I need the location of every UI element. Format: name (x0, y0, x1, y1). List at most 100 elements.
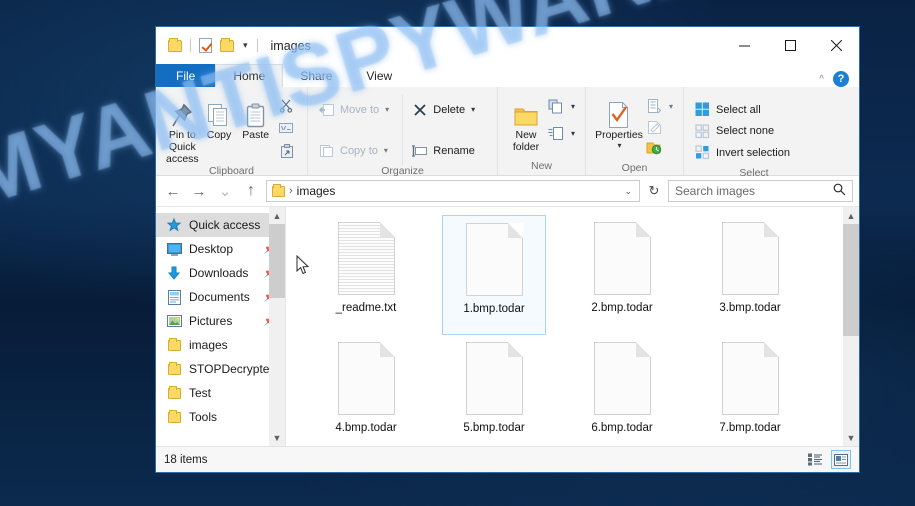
sidebar-item-downloads[interactable]: Downloads 📌 (156, 261, 285, 285)
easy-access-button[interactable]: ▾ (548, 123, 575, 144)
scroll-up-icon[interactable]: ▲ (269, 207, 285, 224)
sidebar-item-test[interactable]: Test (156, 381, 285, 405)
copy-path-button[interactable] (278, 118, 295, 138)
file-name: _readme.txt (335, 302, 397, 314)
list-item[interactable]: 1.bmp.todar (442, 215, 546, 335)
rename-button[interactable]: Rename (411, 140, 487, 161)
new-folder-button[interactable]: New folder (506, 92, 546, 153)
tab-share[interactable]: Share (283, 64, 349, 87)
chevron-down-icon[interactable]: ▾ (669, 102, 673, 111)
scroll-track[interactable] (269, 224, 285, 429)
details-view-button[interactable] (805, 450, 825, 469)
properties-icon (607, 95, 631, 129)
copy-button[interactable]: Copy (201, 92, 238, 141)
recent-locations-button[interactable]: ⌄ (214, 180, 236, 202)
chevron-down-icon[interactable]: ▾ (571, 129, 575, 138)
new-folder-icon (513, 95, 539, 129)
sidebar-item-images[interactable]: images (156, 333, 285, 357)
file-grid: _readme.txt 1.bmp.todar 2.bmp.todar 3.bm… (286, 207, 859, 446)
new-folder-icon[interactable] (220, 37, 234, 52)
history-button[interactable] (646, 137, 673, 158)
copy-to-button[interactable]: Copy to ▾ (318, 140, 400, 161)
sidebar-item-desktop[interactable]: Desktop 📌 (156, 237, 285, 261)
scroll-down-icon[interactable]: ▼ (269, 429, 285, 446)
search-input[interactable]: Search images (668, 180, 853, 202)
file-list-pane[interactable]: _readme.txt 1.bmp.todar 2.bmp.todar 3.bm… (286, 207, 859, 446)
file-name: 2.bmp.todar (591, 302, 653, 314)
list-item[interactable]: 3.bmp.todar (698, 215, 802, 335)
list-item[interactable]: 7.bmp.todar (698, 335, 802, 446)
refresh-button[interactable]: ↻ (644, 180, 664, 202)
collapse-ribbon-icon[interactable]: ^ (819, 74, 824, 85)
breadcrumb-current-folder[interactable]: images (297, 184, 336, 198)
help-icon[interactable]: ? (833, 71, 849, 87)
qat-divider (190, 39, 191, 52)
chevron-down-icon[interactable]: ▾ (384, 146, 388, 155)
scroll-down-icon[interactable]: ▼ (843, 429, 859, 446)
large-icons-view-button[interactable] (831, 450, 851, 469)
move-to-button[interactable]: Move to ▾ (318, 99, 400, 120)
minimize-button[interactable] (721, 27, 767, 64)
delete-label: Delete (433, 103, 466, 116)
tab-home[interactable]: Home (215, 64, 284, 87)
tab-file[interactable]: File (156, 64, 216, 87)
delete-button[interactable]: Delete ▾ (411, 99, 487, 120)
organize-col-2: Delete ▾ Rename (402, 95, 489, 165)
list-item[interactable]: _readme.txt (314, 215, 418, 335)
open-button[interactable]: ▾ (646, 96, 673, 117)
file-name: 1.bmp.todar (463, 303, 525, 315)
scroll-thumb[interactable] (269, 224, 285, 298)
sidebar-item-documents[interactable]: Documents 📌 (156, 285, 285, 309)
open-small-commands: ▾ (644, 92, 675, 162)
list-item[interactable]: 6.bmp.todar (570, 335, 674, 446)
select-all-button[interactable]: Select all (694, 99, 790, 120)
sidebar-item-tools[interactable]: Tools (156, 405, 285, 429)
maximize-button[interactable] (767, 27, 813, 64)
pin-to-quick-access-button[interactable]: Pin to Quick access (164, 92, 201, 165)
navigation-pane: Quick access Desktop 📌 (156, 207, 286, 446)
back-button[interactable]: ← (162, 180, 184, 202)
chevron-down-icon[interactable]: ▾ (571, 102, 575, 111)
ribbon-group-title-new: New (530, 160, 552, 172)
search-icon[interactable] (833, 183, 846, 199)
list-item[interactable]: 4.bmp.todar (314, 335, 418, 446)
up-button[interactable]: ↑ (240, 180, 262, 202)
scroll-thumb[interactable] (843, 224, 859, 336)
cut-button[interactable] (278, 95, 295, 115)
address-input[interactable]: › images ⌄ (266, 180, 640, 202)
breadcrumb-separator: › (289, 185, 293, 197)
tab-view[interactable]: View (349, 64, 409, 87)
invert-selection-button[interactable]: Invert selection (694, 142, 790, 163)
ribbon-group-organize: Move to ▾ Copy to ▾ Delete ▾ Rename Orga… (308, 87, 498, 177)
edit-button[interactable] (646, 117, 673, 138)
pin-icon (171, 95, 193, 129)
file-pane-scrollbar[interactable]: ▲ ▼ (843, 207, 859, 446)
chevron-down-icon[interactable]: ▾ (243, 41, 248, 50)
paste-button[interactable]: Paste (237, 92, 274, 141)
copy-to-label: Copy to (340, 144, 378, 157)
navigation-pane-scrollbar[interactable]: ▲ ▼ (269, 207, 285, 446)
new-item-button[interactable]: ▾ (548, 96, 575, 117)
forward-button[interactable]: → (188, 180, 210, 202)
scroll-up-icon[interactable]: ▲ (843, 207, 859, 224)
select-none-button[interactable]: Select none (694, 121, 790, 142)
sidebar-item-pictures[interactable]: Pictures 📌 (156, 309, 285, 333)
chevron-down-icon[interactable]: ▾ (385, 105, 389, 114)
list-item[interactable]: 2.bmp.todar (570, 215, 674, 335)
sidebar-label: Tools (189, 410, 218, 424)
scroll-track[interactable] (843, 224, 859, 429)
folder-icon (166, 385, 182, 401)
properties-button[interactable]: Properties ▾ (594, 92, 644, 150)
properties-icon[interactable] (199, 38, 212, 53)
list-item[interactable]: 5.bmp.todar (442, 335, 546, 446)
chevron-down-icon[interactable]: ▾ (617, 141, 621, 150)
ribbon-group-title-select: Select (739, 167, 769, 179)
sidebar-item-quick-access[interactable]: Quick access (156, 213, 285, 237)
sidebar-item-stopdecrypter[interactable]: STOPDecrypter (156, 357, 285, 381)
chevron-down-icon[interactable]: ▾ (471, 105, 475, 114)
paste-shortcut-button[interactable] (278, 142, 295, 162)
folder-icon (166, 361, 182, 377)
address-dropdown-icon[interactable]: ⌄ (624, 186, 636, 197)
close-button[interactable] (813, 27, 859, 64)
window-controls (721, 27, 859, 64)
